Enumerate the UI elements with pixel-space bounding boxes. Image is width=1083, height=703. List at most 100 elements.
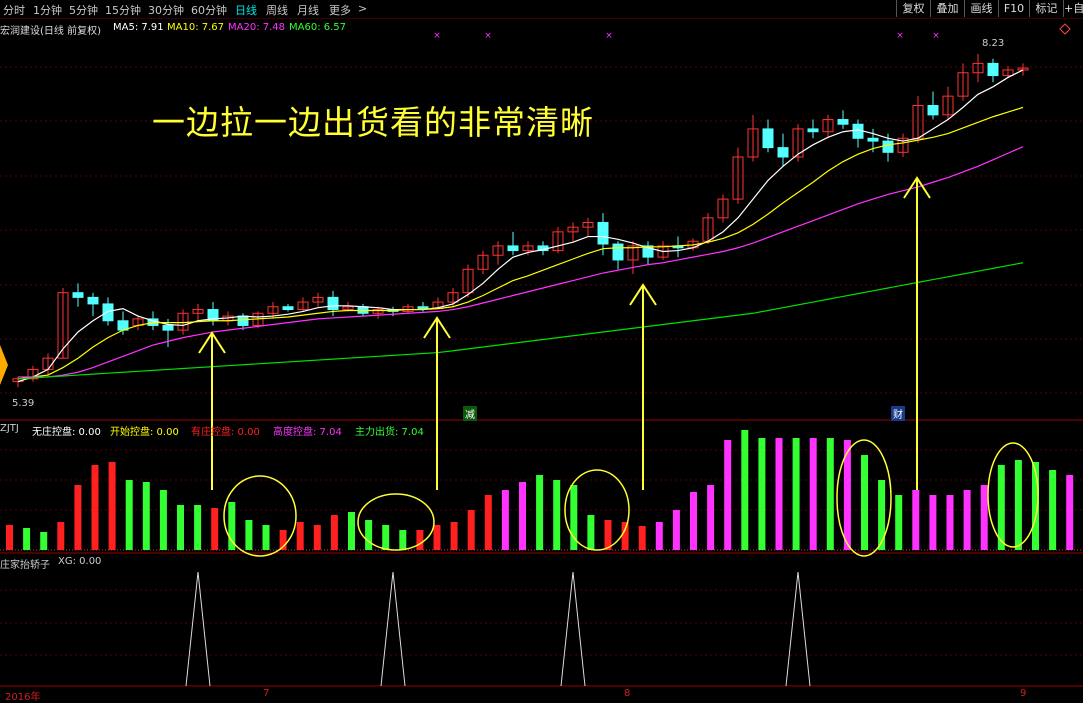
- candle: [507, 231, 519, 256]
- histogram-bar: [553, 480, 561, 550]
- indicator-gaodu: 高度控盘: 7.04: [273, 427, 342, 438]
- histogram-bar: [501, 490, 509, 550]
- candle: [27, 365, 39, 382]
- date-label-9: 9: [1020, 688, 1027, 699]
- histogram-bar: [467, 510, 475, 550]
- histogram-bar: [399, 530, 407, 550]
- candle: [642, 241, 654, 265]
- histogram-bar: [228, 502, 236, 550]
- candle-body: [882, 140, 894, 153]
- candle: [72, 283, 84, 307]
- date-label-2016: 2016年: [5, 692, 41, 703]
- histogram-bar: [861, 455, 868, 550]
- high-price-label: 8.23: [982, 38, 1005, 49]
- candle: [612, 241, 624, 270]
- candle: [402, 303, 414, 314]
- histogram-bar: [587, 515, 595, 550]
- histogram-bar: [382, 525, 390, 550]
- histogram-bar: [775, 438, 783, 550]
- histogram-bar: [519, 482, 526, 550]
- histogram-bar: [348, 512, 355, 550]
- candle-body: [507, 245, 519, 252]
- indicator-xg-value: XG: 0.00: [58, 556, 102, 567]
- histogram-bar: [980, 485, 988, 550]
- histogram-bar: [878, 480, 886, 550]
- candle: [897, 133, 909, 157]
- histogram-bar: [484, 495, 492, 550]
- candle-body: [867, 137, 879, 142]
- indicator-jiaozi-name: 庄家抬轿子: [0, 560, 50, 571]
- up-arrow-annotation: [629, 283, 657, 490]
- ma60-line: [17, 262, 1024, 380]
- candle-body: [87, 296, 99, 305]
- histogram-bar: [159, 490, 167, 550]
- candle-body: [597, 222, 609, 245]
- indicator-zjtj-name: ZJTJ: [0, 423, 19, 434]
- sign-label-cai: 财: [891, 406, 905, 421]
- left-edge-marker-icon: [0, 345, 8, 385]
- candle: [822, 114, 834, 139]
- candle: [297, 297, 309, 312]
- candle: [987, 58, 999, 83]
- xg-signal-peak: [785, 571, 811, 687]
- candle-body: [237, 315, 249, 326]
- xg-signal-line: [185, 571, 811, 687]
- up-arrow-annotation: [423, 316, 451, 490]
- date-label-8: 8: [624, 688, 631, 699]
- candle: [777, 133, 789, 167]
- x-marker-icon: ×: [484, 31, 492, 41]
- indicator-wuzhuang: 无庄控盘: 0.00: [32, 427, 101, 438]
- candle: [567, 222, 579, 242]
- candle: [927, 91, 939, 120]
- candle-body: [807, 128, 819, 133]
- histogram-bar: [707, 485, 715, 550]
- histogram-bar: [1066, 475, 1074, 550]
- candle: [717, 194, 729, 223]
- candle: [627, 241, 639, 274]
- histogram-bar: [912, 490, 920, 550]
- candle: [132, 316, 144, 331]
- histogram-bar: [724, 440, 732, 550]
- histogram-bar: [690, 492, 697, 550]
- diamond-icon: [1059, 23, 1071, 35]
- candle: [852, 119, 864, 148]
- up-arrow-annotation: [903, 176, 931, 490]
- histogram-bar: [809, 438, 817, 550]
- histogram-bar: [450, 522, 458, 550]
- candle: [942, 86, 954, 120]
- candle: [582, 217, 594, 237]
- indicator-zhuli: 主力出货: 7.04: [355, 427, 424, 438]
- candle: [477, 250, 489, 274]
- zjtj-histogram: [6, 430, 1074, 550]
- histogram-bar: [194, 505, 202, 550]
- candle: [87, 292, 99, 317]
- candle: [792, 124, 804, 162]
- chart-grid: [0, 66, 1083, 687]
- histogram-bar: [245, 520, 253, 550]
- histogram-bar: [6, 525, 13, 550]
- histogram-bar: [365, 520, 373, 550]
- candle: [837, 110, 849, 129]
- xg-signal-peak: [380, 571, 406, 687]
- candle: [807, 119, 819, 139]
- histogram-bar: [672, 510, 680, 550]
- ma10-line: [17, 106, 1024, 380]
- candle: [972, 54, 984, 83]
- candle-body: [102, 303, 114, 322]
- candle: [552, 227, 564, 254]
- candle: [747, 114, 759, 162]
- histogram-bar: [211, 508, 219, 550]
- candle: [282, 303, 294, 312]
- xg-signal-peak: [560, 571, 586, 687]
- histogram-bar: [1014, 460, 1022, 550]
- candle: [492, 241, 504, 265]
- candle-body: [72, 292, 84, 298]
- sign-label-jian: 减: [463, 406, 477, 421]
- histogram-bar: [741, 430, 749, 550]
- candle-body: [417, 306, 429, 310]
- histogram-bar: [638, 526, 646, 550]
- candle-body: [327, 296, 339, 311]
- histogram-bar: [108, 462, 116, 550]
- candle: [672, 236, 684, 258]
- histogram-bar: [57, 522, 65, 550]
